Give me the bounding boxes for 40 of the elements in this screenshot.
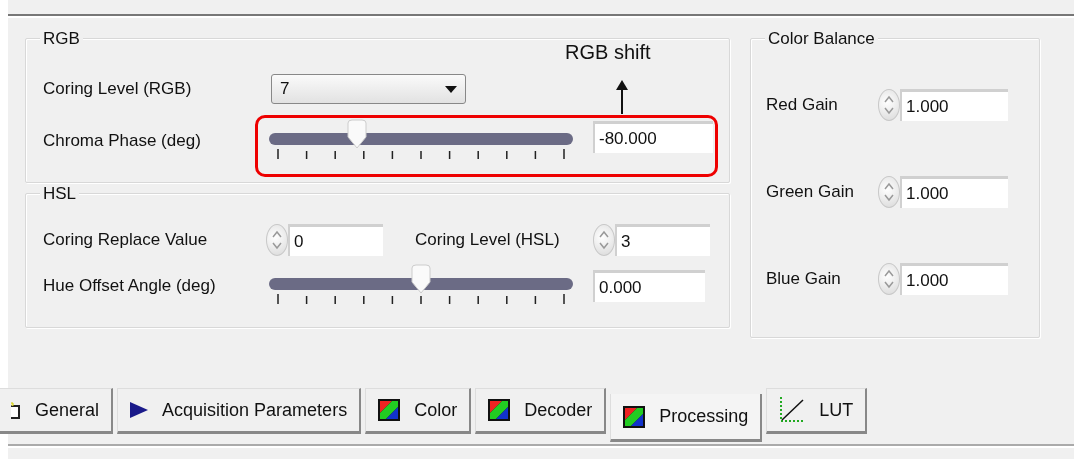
number-field[interactable]: 1.000 — [900, 89, 1008, 121]
spinner-button[interactable] — [878, 89, 900, 121]
spinner-button[interactable] — [878, 176, 900, 208]
number-field[interactable]: 1.000 — [900, 263, 1008, 295]
field-label: Chroma Phase (deg) — [43, 130, 202, 153]
number-field[interactable]: -80.000 — [593, 121, 713, 153]
slider[interactable] — [269, 266, 573, 306]
annotation-label: RGB shift — [565, 40, 651, 64]
color-square-icon — [488, 399, 511, 421]
caret-icon — [445, 85, 457, 93]
tab[interactable]: Acquisition Parameters — [117, 388, 362, 434]
tab[interactable]: LUT — [766, 388, 868, 434]
tab[interactable]: Color — [365, 388, 472, 434]
spinner-button[interactable] — [593, 224, 615, 256]
tab[interactable]: Processing — [610, 394, 763, 442]
slider[interactable] — [269, 121, 573, 161]
play-icon — [130, 402, 149, 418]
folder-icon — [11, 400, 21, 420]
color-square-icon — [623, 405, 646, 428]
field-label: Coring Replace Value — [43, 229, 209, 252]
number-field[interactable]: 3 — [615, 224, 710, 256]
slider-thumb[interactable] — [346, 119, 369, 149]
field-label: Green Gain — [766, 181, 855, 204]
field-label: Blue Gain — [766, 268, 842, 291]
spinner-button[interactable] — [878, 263, 900, 295]
spinner-button[interactable] — [266, 224, 288, 256]
tab[interactable]: General — [0, 388, 114, 434]
number-field[interactable]: 1.000 — [900, 176, 1008, 208]
color-square-icon — [378, 399, 401, 421]
graph-icon — [779, 397, 806, 423]
number-field[interactable]: 0.000 — [593, 270, 705, 302]
field-label: Red Gain — [766, 94, 839, 117]
tab[interactable]: Decoder — [475, 388, 607, 434]
field-label: Coring Level (RGB) — [43, 78, 193, 101]
number-field[interactable]: 0 — [288, 224, 383, 256]
arrow — [616, 80, 628, 114]
field-label: Hue Offset Angle (deg) — [43, 275, 217, 298]
field-label: Coring Level (HSL) — [415, 229, 561, 252]
slider-thumb[interactable] — [410, 264, 432, 294]
dropdown[interactable]: 7 — [271, 74, 466, 104]
